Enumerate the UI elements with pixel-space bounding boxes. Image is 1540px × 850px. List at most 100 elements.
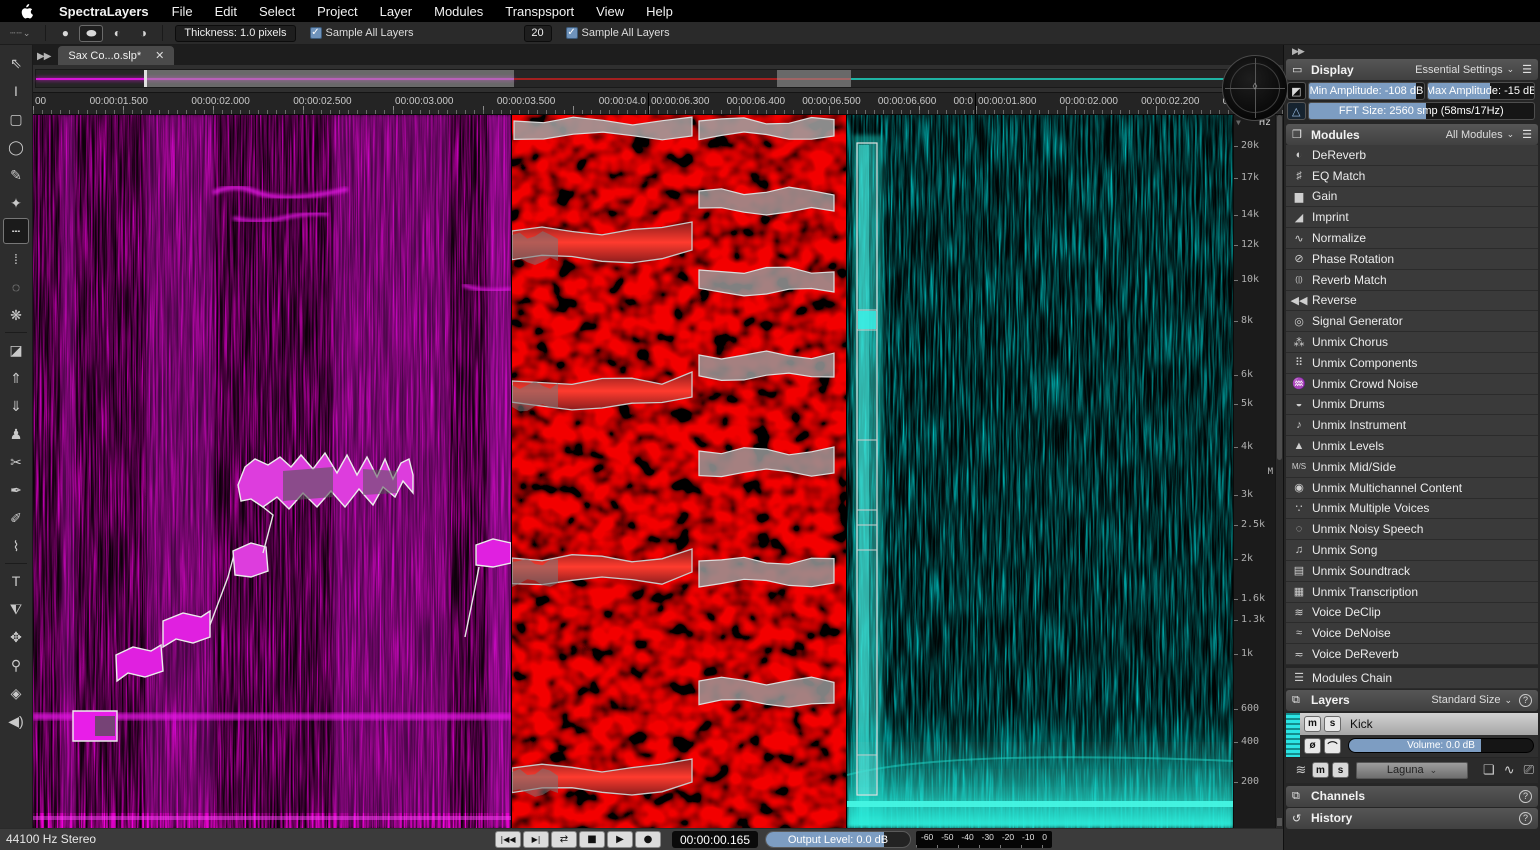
menu-view[interactable]: View xyxy=(585,4,635,19)
text-tool[interactable]: T xyxy=(3,568,29,594)
module-unmix-levels[interactable]: ▲Unmix Levels xyxy=(1286,436,1538,457)
fft-size-slider[interactable]: FFT Size: 2560 smp (58ms/17Hz) xyxy=(1308,102,1535,120)
layer-volume-slider[interactable]: Volume: 0.0 dB xyxy=(1348,738,1534,753)
spectrogram-kick-section[interactable] xyxy=(846,115,1233,828)
playback-tool[interactable]: ◀) xyxy=(3,708,29,734)
channels-panel-header[interactable]: ⧉ Channels ? xyxy=(1286,786,1538,807)
module-unmix-drums[interactable]: ◒Unmix Drums xyxy=(1286,395,1538,416)
pencil-tool[interactable]: ✐ xyxy=(3,505,29,531)
layer-solo-button[interactable]: s xyxy=(1324,716,1341,732)
module-eq-match[interactable]: ♯EQ Match xyxy=(1286,166,1538,187)
zoom-tool[interactable]: ⚲ xyxy=(3,652,29,678)
sample-all-layers-checkbox-2[interactable]: ✓ xyxy=(566,27,578,39)
module-phase-rotation[interactable]: ⊘Phase Rotation xyxy=(1286,249,1538,270)
eraser-tool[interactable]: ◪ xyxy=(3,337,29,363)
record-button[interactable]: ● xyxy=(635,831,661,848)
spectrogram-view[interactable]: ▼ Hz M 20k17k14k12k10k8k6k5k4k3k2.5k2k1.… xyxy=(33,115,1283,828)
tab-close-icon[interactable]: ✕ xyxy=(155,49,164,62)
ruler-segment-1[interactable]: 0000:00:01.50000:00:02.00000:00:02.50000… xyxy=(33,93,648,114)
loop-button[interactable]: ⇄ xyxy=(551,831,577,848)
layer-select-dropdown[interactable]: Laguna ⌄ xyxy=(1356,762,1468,779)
eyedropper-tool[interactable]: ⧨ xyxy=(3,596,29,622)
modules-preset-dropdown[interactable]: All Modules xyxy=(1446,129,1503,141)
layers-size-dropdown[interactable]: Standard Size xyxy=(1431,694,1500,706)
noise-selection-tool[interactable]: ❋ xyxy=(3,302,29,328)
move-tool[interactable]: ⇖ xyxy=(3,50,29,76)
lasso-selection-tool[interactable]: ◯ xyxy=(3,134,29,160)
new-group-icon[interactable]: ❏ xyxy=(1483,762,1495,778)
history-help-icon[interactable]: ? xyxy=(1519,812,1532,825)
module-unmix-multichannel[interactable]: ◉Unmix Multichannel Content xyxy=(1286,478,1538,499)
channels-help-icon[interactable]: ? xyxy=(1519,790,1532,803)
layer-row-kick[interactable]: m s Kick ø ⌒ Volume: 0.0 dB xyxy=(1286,713,1538,757)
module-voice-dereverb[interactable]: ≂Voice DeReverb xyxy=(1286,644,1538,665)
history-panel-header[interactable]: ↺ History ? xyxy=(1286,808,1538,829)
master-mute-button[interactable]: m xyxy=(1312,762,1329,778)
vertical-scrollbar[interactable] xyxy=(1275,115,1283,828)
spray-tool[interactable]: ⌇ xyxy=(3,533,29,559)
module-unmix-noisy-speech[interactable]: ◌Unmix Noisy Speech xyxy=(1286,519,1538,540)
new-layer-icon[interactable]: ∿ xyxy=(1504,762,1515,778)
rectangle-selection-tool[interactable]: ▢ xyxy=(3,106,29,132)
merge-layers-icon[interactable]: ≋ xyxy=(1290,762,1312,778)
menu-project[interactable]: Project xyxy=(306,4,368,19)
time-ruler[interactable]: 0000:00:01.50000:00:02.00000:00:02.50000… xyxy=(33,92,1283,115)
transient-selection-tool[interactable]: ◌ xyxy=(3,274,29,300)
module-reverse[interactable]: ◀◀Reverse xyxy=(1286,291,1538,312)
project-tab[interactable]: Sax Co...o.slp* ✕ xyxy=(58,46,174,65)
attenuate-tool[interactable]: ⇓ xyxy=(3,393,29,419)
display-menu-icon[interactable]: ☰ xyxy=(1522,63,1532,76)
module-voice-declip[interactable]: ≋Voice DeClip xyxy=(1286,603,1538,624)
overview-selection-2[interactable] xyxy=(777,70,851,87)
output-level-slider[interactable]: Output Level: 0.0 dB xyxy=(765,831,911,848)
overview-strip[interactable] xyxy=(35,69,1235,88)
display-preset-dropdown[interactable]: Essential Settings xyxy=(1415,64,1502,76)
spectrogram-sax-section[interactable] xyxy=(33,115,511,828)
tool-preset-dropdown[interactable]: ┄┄⌄ xyxy=(0,28,39,39)
time-selection-tool[interactable]: I xyxy=(3,78,29,104)
delete-layer-icon[interactable]: ⎚ xyxy=(1524,762,1534,778)
hand-tool[interactable]: ✥ xyxy=(3,624,29,650)
module-unmix-components[interactable]: ⠿Unmix Components xyxy=(1286,353,1538,374)
amplify-tool[interactable]: ⇑ xyxy=(3,365,29,391)
overview-selection-1[interactable] xyxy=(144,70,514,87)
tolerance-field[interactable]: 20 xyxy=(524,25,552,42)
menu-app-name[interactable]: SpectraLayers xyxy=(47,4,161,19)
go-to-start-button[interactable]: |◀◀ xyxy=(495,831,521,848)
magic-wand-tool[interactable]: ✦ xyxy=(3,190,29,216)
module-unmix-crowd-noise[interactable]: ♒Unmix Crowd Noise xyxy=(1286,374,1538,395)
module-voice-denoise[interactable]: ≈Voice DeNoise xyxy=(1286,623,1538,644)
display-panel-header[interactable]: ▭ Display Essential Settings ⌄ ☰ xyxy=(1286,59,1538,80)
menu-modules[interactable]: Modules xyxy=(423,4,494,19)
module-gain[interactable]: ▆Gain xyxy=(1286,187,1538,208)
menu-select[interactable]: Select xyxy=(248,4,306,19)
layer-thumbnail[interactable] xyxy=(1286,713,1300,757)
brush-tip-soft-left[interactable]: ◐ xyxy=(105,25,129,42)
modules-menu-icon[interactable]: ☰ xyxy=(1522,128,1532,141)
layers-panel-header[interactable]: ⧉ Layers Standard Size ⌄ ? xyxy=(1286,690,1538,711)
layer-phase-button[interactable]: ø xyxy=(1304,738,1321,754)
module-reverb-match[interactable]: (|)Reverb Match xyxy=(1286,270,1538,291)
module-dereverb[interactable]: ◐DeReverb xyxy=(1286,145,1538,166)
frequency-selection-tool[interactable]: ┄ xyxy=(3,218,29,244)
menu-file[interactable]: File xyxy=(161,4,204,19)
layers-help-icon[interactable]: ? xyxy=(1519,694,1532,707)
module-unmix-chorus[interactable]: ⁂Unmix Chorus xyxy=(1286,332,1538,353)
brush-tip-wide[interactable]: ⬬ xyxy=(79,25,103,42)
module-imprint[interactable]: ◢Imprint xyxy=(1286,207,1538,228)
module-unmix-soundtrack[interactable]: ▤Unmix Soundtrack xyxy=(1286,561,1538,582)
go-to-end-button[interactable]: ▶| xyxy=(523,831,549,848)
stop-button[interactable]: ■ xyxy=(579,831,605,848)
layer-mute-button[interactable]: m xyxy=(1304,716,1321,732)
module-unmix-mid-side[interactable]: M/SUnmix Mid/Side xyxy=(1286,457,1538,478)
brush-tip-split[interactable]: ◑ xyxy=(131,25,155,42)
master-solo-button[interactable]: s xyxy=(1332,762,1349,778)
pen-tool[interactable]: ✒ xyxy=(3,477,29,503)
timeline-overview[interactable] xyxy=(33,65,1283,92)
module-normalize[interactable]: ∿Normalize xyxy=(1286,228,1538,249)
max-amplitude-slider[interactable]: Max Amplitude: -15 dB xyxy=(1427,82,1535,100)
brush-tip-round[interactable]: ● xyxy=(53,25,77,42)
menu-help[interactable]: Help xyxy=(635,4,684,19)
scrollbar-thumb[interactable] xyxy=(1277,115,1282,460)
min-amplitude-slider[interactable]: Min Amplitude: -108 dB xyxy=(1308,82,1426,100)
